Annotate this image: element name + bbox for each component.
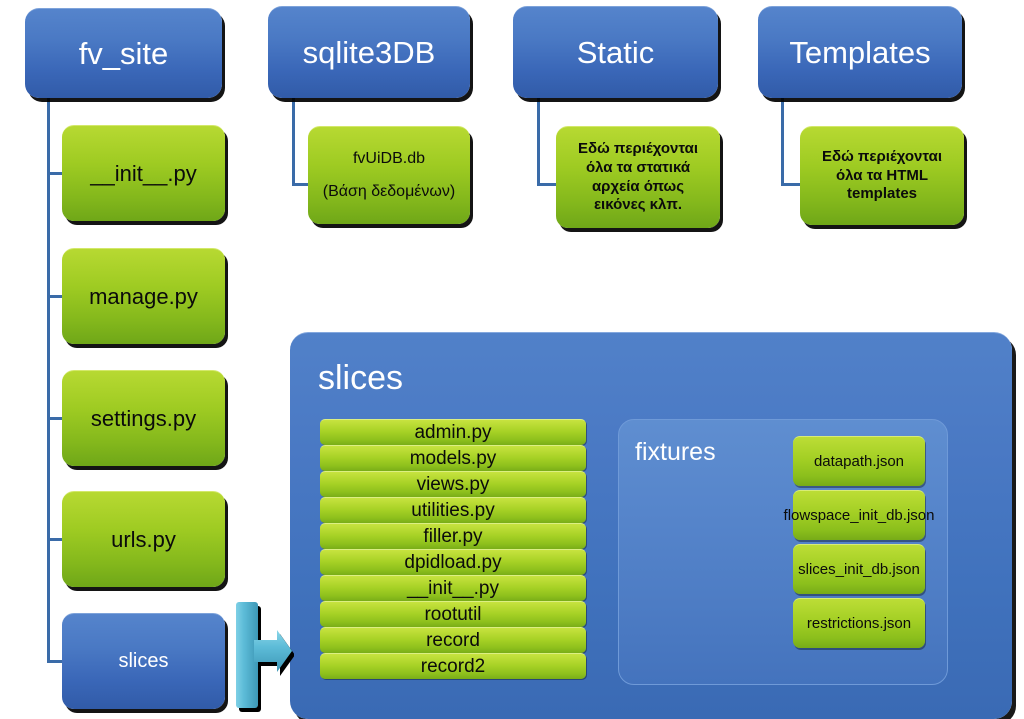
folder-box-sqlite3db[interactable]: sqlite3DB xyxy=(268,6,470,98)
fixture-file-item[interactable]: slices_init_db.json xyxy=(793,544,925,594)
slices-file-label: record2 xyxy=(420,655,486,677)
file-label-init-py: __init__.py xyxy=(90,160,197,186)
slices-file-item[interactable]: models.py xyxy=(320,445,586,471)
file-box-fvuidb[interactable]: fvUiDB.db (Βάση δεδομένων) xyxy=(308,126,470,224)
folder-label-templates: Templates xyxy=(789,34,931,70)
slices-to-panel-arrow-icon xyxy=(236,602,294,712)
fv-site-trunk-line xyxy=(47,95,50,663)
templates-connector-vertical xyxy=(781,95,784,183)
sqlite3db-connector-vertical xyxy=(292,95,295,183)
file-label-settings-py: settings.py xyxy=(90,405,197,431)
file-box-manage-py[interactable]: manage.py xyxy=(62,248,225,344)
slices-file-label: models.py xyxy=(409,447,497,469)
note-box-static[interactable]: Εδώ περιέχονται όλα τα στατικά αρχεία όπ… xyxy=(556,126,720,228)
slices-file-label: utilities.py xyxy=(411,499,495,521)
fixtures-file-list: datapath.json flowspace_init_db.json sli… xyxy=(784,436,934,652)
fixture-file-item[interactable]: flowspace_init_db.json xyxy=(784,490,934,540)
folder-box-static[interactable]: Static xyxy=(513,6,718,98)
file-label-urls-py: urls.py xyxy=(111,526,176,552)
slices-file-item[interactable]: admin.py xyxy=(320,419,586,445)
slices-file-item[interactable]: rootutil xyxy=(320,601,586,627)
note-line-static-1: Εδώ περιέχονται xyxy=(577,140,699,157)
slices-file-item[interactable]: filler.py xyxy=(320,523,586,549)
static-connector-vertical xyxy=(537,95,540,183)
fixture-file-label: restrictions.json xyxy=(806,614,912,632)
fixtures-panel[interactable]: fixtures datapath.json flowspace_init_db… xyxy=(618,419,948,685)
fixtures-panel-title: fixtures xyxy=(635,438,716,466)
note-line-static-4: εικόνες κλπ. xyxy=(593,196,683,214)
fixture-file-label: slices_init_db.json xyxy=(798,560,920,578)
folder-box-templates[interactable]: Templates xyxy=(758,6,962,98)
note-line-templates-3: templates xyxy=(846,185,918,203)
note-line-templates-2: όλα τα HTML xyxy=(835,166,929,184)
note-line-static-2: όλα τα στατικά xyxy=(585,158,691,176)
file-box-urls-py[interactable]: urls.py xyxy=(62,491,225,587)
folder-box-slices-leaf[interactable]: slices xyxy=(62,613,225,709)
slices-panel-title: slices xyxy=(318,359,404,397)
note-line-static-3: αρχεία όπως xyxy=(591,177,685,195)
note-box-templates[interactable]: Εδώ περιέχονται όλα τα HTML templates xyxy=(800,126,964,225)
slices-file-item[interactable]: utilities.py xyxy=(320,497,586,523)
fixture-file-label: datapath.json xyxy=(813,452,905,470)
file-label-fvuidb-desc: (Βάση δεδομένων) xyxy=(322,182,456,200)
slices-file-list: admin.py models.py views.py utilities.py… xyxy=(320,419,586,679)
fixture-file-item[interactable]: restrictions.json xyxy=(793,598,925,648)
folder-label-static: Static xyxy=(576,34,655,70)
note-line-templates-1: Εδώ περιέχονται xyxy=(821,147,943,165)
slices-file-label: rootutil xyxy=(424,603,482,625)
slices-file-label: record xyxy=(426,629,480,651)
slices-file-label: dpidload.py xyxy=(404,551,502,573)
file-label-fvuidb-name: fvUiDB.db xyxy=(352,149,426,167)
file-box-init-py[interactable]: __init__.py xyxy=(62,125,225,221)
slices-file-label: admin.py xyxy=(414,421,492,443)
slices-file-label: __init__.py xyxy=(407,577,499,599)
folder-label-fv-site: fv_site xyxy=(78,35,169,71)
slices-file-item[interactable]: record2 xyxy=(320,653,586,679)
file-label-manage-py: manage.py xyxy=(89,283,198,309)
folder-box-fv-site[interactable]: fv_site xyxy=(25,8,222,98)
file-box-settings-py[interactable]: settings.py xyxy=(62,370,225,466)
slices-file-item[interactable]: views.py xyxy=(320,471,586,497)
diagram-canvas: fv_site sqlite3DB Static Templates __ini… xyxy=(0,0,1024,719)
fixture-file-label: flowspace_init_db.json xyxy=(783,506,935,524)
slices-panel[interactable]: slices admin.py models.py views.py utili… xyxy=(290,332,1012,719)
fixture-file-item[interactable]: datapath.json xyxy=(793,436,925,486)
folder-label-sqlite3db: sqlite3DB xyxy=(302,34,436,70)
slices-file-label: views.py xyxy=(416,473,490,495)
folder-label-slices-leaf: slices xyxy=(118,650,169,672)
slices-file-item[interactable]: __init__.py xyxy=(320,575,586,601)
slices-file-item[interactable]: record xyxy=(320,627,586,653)
slices-file-label: filler.py xyxy=(423,525,483,547)
slices-file-item[interactable]: dpidload.py xyxy=(320,549,586,575)
